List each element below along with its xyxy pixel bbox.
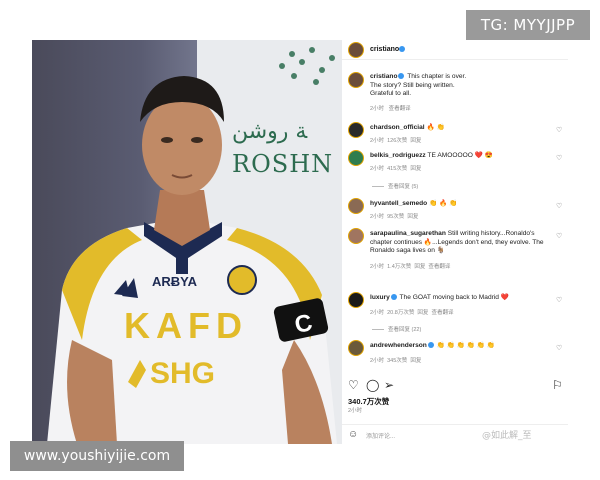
comment-likes[interactable]: 126次赞 (387, 138, 407, 144)
comment-time: 2小时 (370, 264, 385, 270)
comment-username[interactable]: andrewhenderson (370, 342, 427, 349)
comment-input-row: ☺ 添加评论... @如此解_至 (342, 424, 568, 444)
jersey-bottom-text: SHG (150, 357, 215, 390)
owner-username[interactable]: cristiano (370, 46, 399, 53)
caption-time: 2小时 (370, 106, 385, 112)
comment-time: 2小时 (370, 358, 385, 364)
post-side-panel: cristiano cristiano This chapter is over… (342, 40, 568, 444)
comment-body: 👏 👏 👏 👏 👏 👏 (436, 342, 496, 349)
reply-link[interactable]: 回复 (417, 310, 428, 316)
heart-icon[interactable]: ♡ (556, 202, 562, 210)
comment-username[interactable]: belkis_rodriguezz (370, 152, 426, 159)
post-header: cristiano (342, 40, 568, 60)
smile-icon[interactable]: ☺ (348, 429, 358, 440)
comment-avatar[interactable] (348, 122, 364, 138)
comment-body: TE AMOOOOO ❤️ 😍 (427, 152, 493, 159)
caption-line-3: Grateful to all. (370, 90, 412, 97)
comment-meta: 2小时 95次赞 回复 (370, 212, 418, 220)
comment-username[interactable]: chardson_official (370, 124, 425, 131)
ronaldo-photo-illustration: ﺔ روشن ROSHN C C ARɃYA KAFD (47, 40, 342, 444)
comment-username[interactable]: sarapaulina_sugarethan (370, 230, 446, 237)
comment-avatar[interactable] (348, 228, 364, 244)
translate-link[interactable]: 查看翻译 (431, 310, 453, 316)
caption-meta: 2小时 查看翻译 (370, 104, 411, 112)
heart-icon[interactable]: ♡ (556, 296, 562, 304)
banner-latin-text: ROSHN C (232, 150, 342, 178)
comment-username[interactable]: hyvantell_semedo (370, 200, 427, 207)
comment-text: hyvantell_semedo 👏 🔥 👏 (370, 200, 550, 209)
share-icon[interactable]: ➢ (384, 378, 394, 392)
banner-arabic-text: ﺔ روشن (232, 119, 308, 144)
jersey-sponsor-top: ARɃYA (152, 274, 198, 289)
comment-text: chardson_official 🔥 👏 (370, 124, 550, 133)
view-replies-link[interactable]: 查看回复 (5) (372, 182, 418, 190)
view-replies-link[interactable]: 查看回复 (22) (372, 325, 421, 333)
post-actions: ♡ ◯ ➢ ⚐ (348, 378, 563, 392)
reply-link[interactable]: 回复 (414, 264, 425, 270)
heart-icon[interactable]: ♡ (556, 126, 562, 134)
comment-meta: 2小时 1.4万次赞 回复 查看翻译 (370, 262, 450, 270)
comment-body: 👏 🔥 👏 (429, 200, 458, 207)
caption-translate-link[interactable]: 查看翻译 (389, 106, 411, 112)
verified-icon (427, 342, 434, 349)
comment-username[interactable]: luxury (370, 294, 390, 301)
comment-time: 2小时 (370, 166, 385, 172)
jersey-main-text: KAFD (124, 305, 248, 346)
comment-likes[interactable]: 415次赞 (387, 166, 407, 172)
comment-time: 2小时 (370, 138, 385, 144)
caption-avatar[interactable] (348, 72, 364, 88)
comment-meta: 2小时 415次赞 回复 (370, 164, 421, 172)
reply-link[interactable]: 回复 (410, 138, 421, 144)
post-photo: ﺔ روشن ROSHN C C ARɃYA KAFD (32, 40, 342, 444)
instagram-post-card: ﺔ روشن ROSHN C C ARɃYA KAFD (32, 40, 568, 444)
comment-time: 2小时 (370, 310, 385, 316)
comment-text: andrewhenderson 👏 👏 👏 👏 👏 👏 (370, 342, 550, 351)
comment-likes[interactable]: 20.8万次赞 (387, 310, 414, 316)
comment-text: luxury The GOAT moving back to Madrid ❤️ (370, 294, 550, 303)
top-watermark: TG: MYYJJPP (466, 10, 590, 40)
comment-meta: 2小时 345次赞 回复 (370, 356, 421, 364)
reply-link[interactable]: 回复 (410, 166, 421, 172)
bottom-watermark: www.youshiyijie.com (10, 441, 184, 471)
caption-username[interactable]: cristiano (370, 73, 397, 80)
verified-icon (399, 46, 405, 52)
posted-time: 2小时 (348, 408, 363, 414)
caption-line-2: The story? Still being written. (370, 81, 455, 89)
comment-text: belkis_rodriguezz TE AMOOOOO ❤️ 😍 (370, 152, 550, 161)
comment-avatar[interactable] (348, 340, 364, 356)
verified-icon (398, 73, 405, 80)
comment-avatar[interactable] (348, 150, 364, 166)
comment-text: sarapaulina_sugarethan Still writing his… (370, 230, 550, 256)
comment-likes[interactable]: 95次赞 (387, 214, 404, 220)
comment-likes[interactable]: 1.4万次赞 (387, 264, 411, 270)
heart-icon[interactable]: ♡ (556, 154, 562, 162)
reply-link[interactable]: 回复 (410, 358, 421, 364)
heart-icon[interactable]: ♡ (556, 344, 562, 352)
comment-time: 2小时 (370, 214, 385, 220)
weibo-watermark: @如此解_至 (482, 431, 532, 441)
comment-body: 🔥 👏 (426, 124, 445, 131)
owner-avatar[interactable] (348, 42, 364, 58)
caption-line-1: This chapter is over. (407, 73, 467, 80)
comment-avatar[interactable] (348, 292, 364, 308)
reply-link[interactable]: 回复 (407, 214, 418, 220)
comment-input[interactable]: 添加评论... (366, 431, 395, 440)
comment-body: The GOAT moving back to Madrid ❤️ (399, 294, 509, 301)
verified-icon (390, 294, 397, 301)
heart-icon[interactable]: ♡ (348, 378, 359, 392)
bookmark-icon[interactable]: ⚐ (552, 378, 563, 392)
comment-avatar[interactable] (348, 198, 364, 214)
comment-meta: 2小时 126次赞 回复 (370, 136, 421, 144)
comment-likes[interactable]: 345次赞 (387, 358, 407, 364)
comment-meta: 2小时 20.8万次赞 回复 查看翻译 (370, 308, 454, 316)
caption-text: cristiano This chapter is over. The stor… (370, 73, 560, 99)
comment-icon[interactable]: ◯ (366, 378, 379, 392)
translate-link[interactable]: 查看翻译 (428, 264, 450, 270)
heart-icon[interactable]: ♡ (556, 232, 562, 240)
